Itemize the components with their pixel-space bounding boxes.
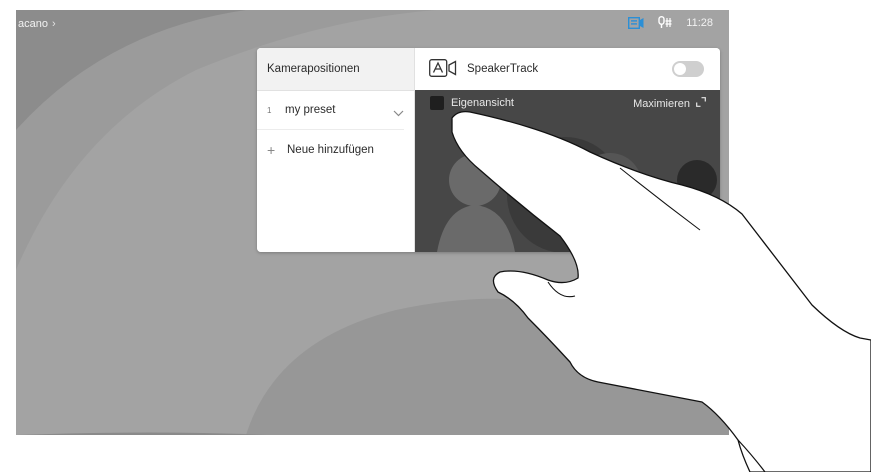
maximize-button[interactable]: Maximieren	[633, 97, 706, 110]
speakertrack-camera-icon	[429, 58, 457, 80]
maximize-label: Maximieren	[633, 97, 690, 110]
status-icons: 11:28	[628, 16, 713, 29]
expand-icon	[696, 97, 706, 110]
speakertrack-toggle[interactable]	[672, 61, 704, 77]
chevron-right-icon: ›	[51, 18, 56, 30]
add-preset-button[interactable]: + Neue hinzufügen	[257, 130, 414, 170]
clock: 11:28	[686, 16, 713, 29]
breadcrumb-label: acano	[18, 18, 48, 30]
device-screen: acano › 11:28 Kamerapositionen 1 my pres…	[16, 10, 729, 435]
share-screen-icon[interactable]	[628, 16, 644, 29]
camera-preview: Eigenansicht Maximieren	[415, 90, 720, 252]
breadcrumb[interactable]: acano ›	[18, 18, 56, 30]
camera-view-column: SpeakerTrack Eigenansicht Maximieren	[415, 48, 720, 252]
selfview-checkbox[interactable]	[430, 96, 444, 110]
speakertrack-label: SpeakerTrack	[467, 63, 539, 75]
speakertrack-row: SpeakerTrack	[415, 48, 720, 90]
preset-number: 1	[267, 105, 272, 115]
presets-column: Kamerapositionen 1 my preset + Neue hinz…	[257, 48, 415, 252]
preview-scene	[415, 90, 720, 252]
selfview-label: Eigenansicht	[451, 97, 514, 109]
chevron-down-icon[interactable]	[393, 104, 404, 122]
preset-name: my preset	[285, 104, 336, 116]
camera-control-panel: Kamerapositionen 1 my preset + Neue hinz…	[257, 48, 720, 252]
add-preset-label: Neue hinzufügen	[287, 144, 374, 156]
status-bar: acano › 11:28	[16, 10, 729, 40]
mic-status-icon[interactable]	[658, 16, 672, 29]
toggle-knob	[674, 63, 686, 75]
chevron-up-icon[interactable]	[559, 144, 571, 162]
preset-item[interactable]: 1 my preset	[257, 91, 404, 130]
plus-icon: +	[267, 142, 276, 158]
presets-title: Kamerapositionen	[257, 48, 414, 91]
